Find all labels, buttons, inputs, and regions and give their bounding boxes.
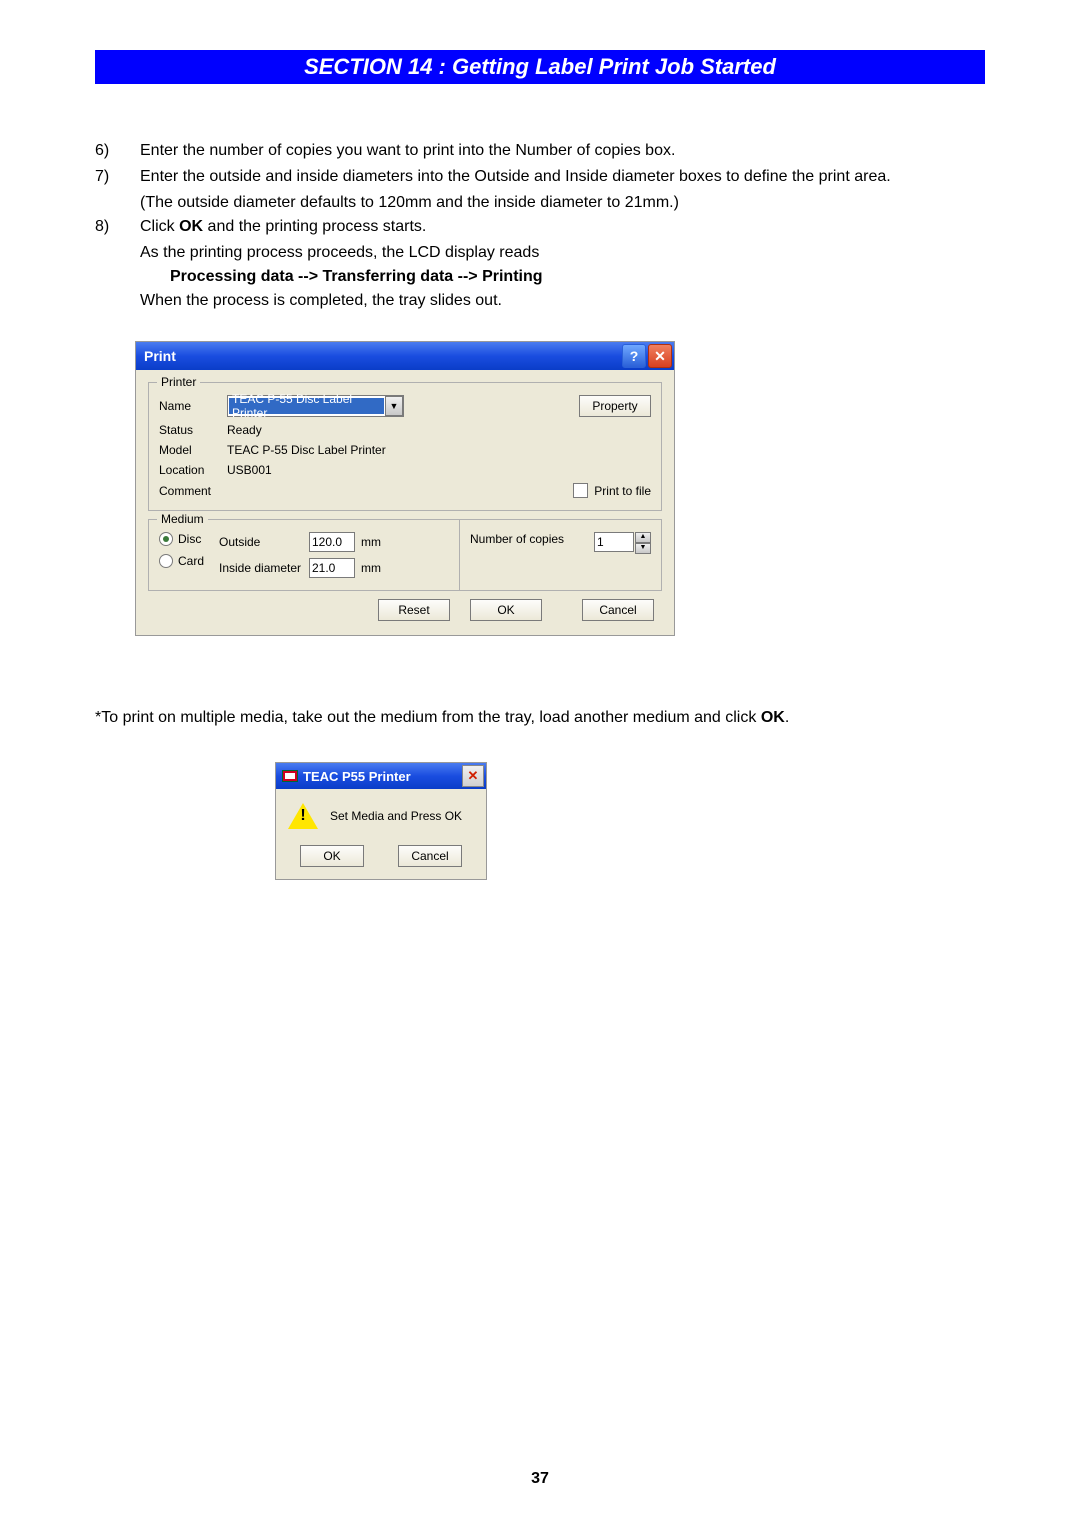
inside-unit: mm xyxy=(361,561,381,575)
printer-name-value: TEAC P-55 Disc Label Printer xyxy=(229,398,384,414)
print-dialog: Print ? ✕ Printer Name TEAC P-55 Disc La… xyxy=(135,341,675,636)
message-dialog: TEAC P55 Printer ✕ ! Set Media and Press… xyxy=(275,762,487,880)
step-text: Click OK and the printing process starts… xyxy=(140,215,985,239)
ok-button[interactable]: OK xyxy=(470,599,542,621)
print-dialog-titlebar[interactable]: Print ? ✕ xyxy=(136,342,674,370)
property-button[interactable]: Property xyxy=(579,395,651,417)
step-text: Enter the outside and inside diameters i… xyxy=(140,165,985,189)
section-header: SECTION 14 : Getting Label Print Job Sta… xyxy=(95,50,985,84)
disc-radio[interactable] xyxy=(159,532,173,546)
medium-legend: Medium xyxy=(157,512,208,526)
model-label: Model xyxy=(159,443,227,457)
step-8-sub2: Processing data --> Transferring data --… xyxy=(140,265,985,289)
copies-label: Number of copies xyxy=(470,532,564,546)
step-6: 6) Enter the number of copies you want t… xyxy=(95,139,985,163)
radio-dot-icon xyxy=(163,536,169,542)
printer-name-dropdown[interactable]: TEAC P-55 Disc Label Printer ▼ xyxy=(227,395,404,417)
step-text-ok: OK xyxy=(179,218,203,235)
disc-label: Disc xyxy=(178,532,201,546)
outside-input[interactable] xyxy=(309,532,355,552)
note-c: . xyxy=(785,709,789,726)
help-icon[interactable]: ? xyxy=(622,344,646,368)
note-ok: OK xyxy=(761,709,785,726)
chevron-down-icon[interactable]: ▼ xyxy=(385,396,403,416)
location-label: Location xyxy=(159,463,227,477)
model-value: TEAC P-55 Disc Label Printer xyxy=(227,443,386,457)
msg-cancel-button[interactable]: Cancel xyxy=(398,845,462,867)
outside-unit: mm xyxy=(361,535,381,549)
comment-label: Comment xyxy=(159,484,227,498)
spin-down-icon[interactable]: ▼ xyxy=(635,543,651,554)
multi-media-note: *To print on multiple media, take out th… xyxy=(95,706,985,730)
printer-group: Printer Name TEAC P-55 Disc Label Printe… xyxy=(148,382,662,511)
card-label: Card xyxy=(178,554,204,568)
medium-group: Medium Disc Card xyxy=(148,519,460,591)
step-8-sub1: As the printing process proceeds, the LC… xyxy=(140,241,985,265)
close-icon[interactable]: ✕ xyxy=(648,344,672,368)
message-titlebar[interactable]: TEAC P55 Printer ✕ xyxy=(276,763,486,789)
step-7-sub: (The outside diameter defaults to 120mm … xyxy=(140,191,985,215)
printer-legend: Printer xyxy=(157,375,200,389)
reset-button[interactable]: Reset xyxy=(378,599,450,621)
cancel-button[interactable]: Cancel xyxy=(582,599,654,621)
note-a: *To print on multiple media, take out th… xyxy=(95,709,761,726)
step-8: 8) Click OK and the printing process sta… xyxy=(95,215,985,239)
status-value: Ready xyxy=(227,423,262,437)
msg-ok-button[interactable]: OK xyxy=(300,845,364,867)
print-dialog-title: Print xyxy=(144,348,620,364)
message-title: TEAC P55 Printer xyxy=(303,769,462,784)
status-label: Status xyxy=(159,423,227,437)
close-icon[interactable]: ✕ xyxy=(462,765,484,787)
spin-up-icon[interactable]: ▲ xyxy=(635,532,651,543)
print-to-file-checkbox[interactable] xyxy=(573,483,588,498)
print-to-file-label: Print to file xyxy=(594,484,651,498)
message-text: Set Media and Press OK xyxy=(330,809,462,823)
step-number: 6) xyxy=(95,139,140,163)
step-text: Enter the number of copies you want to p… xyxy=(140,139,985,163)
step-number: 8) xyxy=(95,215,140,239)
step-7: 7) Enter the outside and inside diameter… xyxy=(95,165,985,189)
outside-label: Outside xyxy=(219,535,309,549)
app-icon xyxy=(282,770,298,782)
step-number: 7) xyxy=(95,165,140,189)
inside-label: Inside diameter xyxy=(219,561,309,575)
copies-group: Number of copies ▲ ▼ xyxy=(460,519,662,591)
page-number: 37 xyxy=(0,1470,1080,1488)
warning-icon: ! xyxy=(288,803,318,829)
location-value: USB001 xyxy=(227,463,272,477)
card-radio[interactable] xyxy=(159,554,173,568)
inside-input[interactable] xyxy=(309,558,355,578)
step-text-c: and the printing process starts. xyxy=(203,218,426,235)
step-text-a: Click xyxy=(140,218,179,235)
name-label: Name xyxy=(159,399,227,413)
step-8-sub3: When the process is completed, the tray … xyxy=(140,289,985,313)
copies-input[interactable] xyxy=(594,532,634,552)
